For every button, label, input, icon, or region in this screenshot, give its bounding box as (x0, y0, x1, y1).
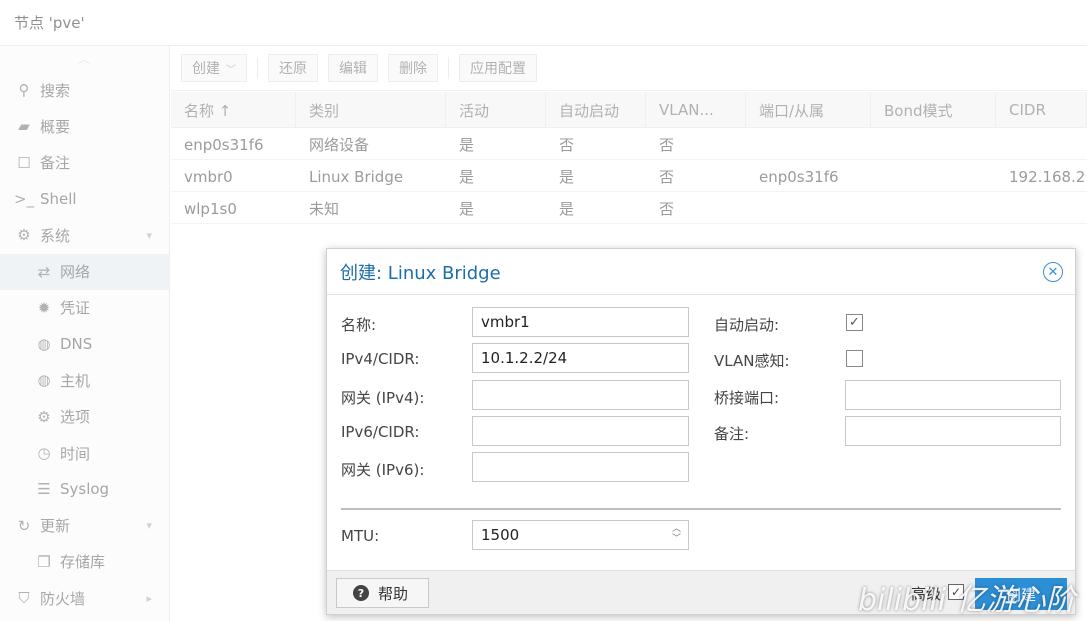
autostart-checkbox[interactable]: ✓ (846, 314, 863, 331)
comment-input[interactable] (845, 416, 1061, 446)
checkmark-icon: ✓ (849, 315, 860, 330)
comment-label: 备注: (714, 425, 750, 443)
bridge-ports-input[interactable] (845, 380, 1061, 410)
watermark: bilibili 亿游心阶 (858, 583, 1076, 618)
ipv6-cidr-label: IPv6/CIDR: (341, 423, 420, 441)
vlan-aware-checkbox[interactable] (846, 350, 863, 367)
ipv4-cidr-input[interactable] (472, 343, 689, 373)
bridge-ports-label: 桥接端口: (714, 389, 780, 407)
close-icon[interactable]: ✕ (1043, 262, 1063, 282)
name-input[interactable] (472, 307, 689, 337)
gateway-ipv4-input[interactable] (472, 380, 689, 410)
create-linux-bridge-dialog: 创建: Linux Bridge ✕ 名称: IPv4/CIDR: 网关 (IP… (326, 248, 1076, 615)
ipv6-cidr-input[interactable] (472, 416, 689, 446)
mtu-spinner: ︿﹀ (472, 520, 689, 550)
help-button[interactable]: ? 帮助 (336, 578, 429, 608)
gateway-ipv6-label: 网关 (IPv6): (341, 461, 425, 479)
help-button-label: 帮助 (378, 584, 409, 603)
gateway-ipv4-label: 网关 (IPv4): (341, 389, 425, 407)
autostart-label: 自动启动: (714, 316, 780, 334)
question-circle-icon: ? (353, 585, 369, 601)
ipv4-cidr-label: IPv4/CIDR: (341, 350, 420, 368)
form-divider (341, 508, 1061, 510)
mtu-input[interactable] (472, 520, 689, 550)
vlan-aware-label: VLAN感知: (714, 352, 790, 370)
gateway-ipv6-input[interactable] (472, 452, 689, 482)
name-label: 名称: (341, 316, 377, 334)
dialog-title: 创建: Linux Bridge (327, 249, 1075, 295)
mtu-label: MTU: (341, 527, 380, 545)
dialog-title-text: 创建: Linux Bridge (340, 262, 501, 284)
spinner-arrows-icon[interactable]: ︿ ﹀ (672, 524, 681, 544)
